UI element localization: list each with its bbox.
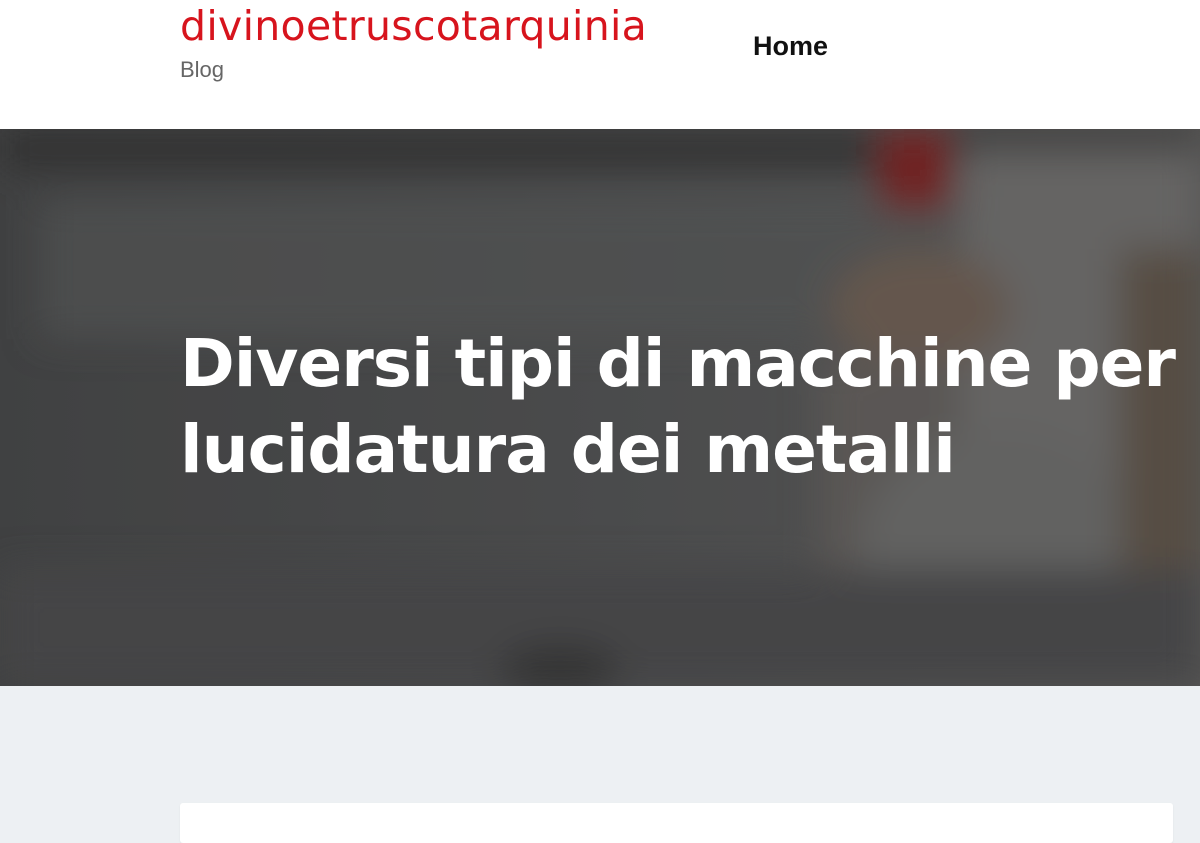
site-tagline: Blog bbox=[180, 57, 225, 82]
hero-banner: Diversi tipi di macchine per la lucidatu… bbox=[0, 129, 1200, 686]
site-title-link[interactable]: divinoetruscotarquinia bbox=[180, 0, 647, 52]
post-title: Diversi tipi di macchine per la lucidatu… bbox=[180, 325, 1200, 488]
post-content-card bbox=[180, 803, 1173, 843]
nav-item-home[interactable]: Home bbox=[753, 30, 828, 62]
site-header: divinoetruscotarquinia Blog Home bbox=[0, 0, 1200, 129]
